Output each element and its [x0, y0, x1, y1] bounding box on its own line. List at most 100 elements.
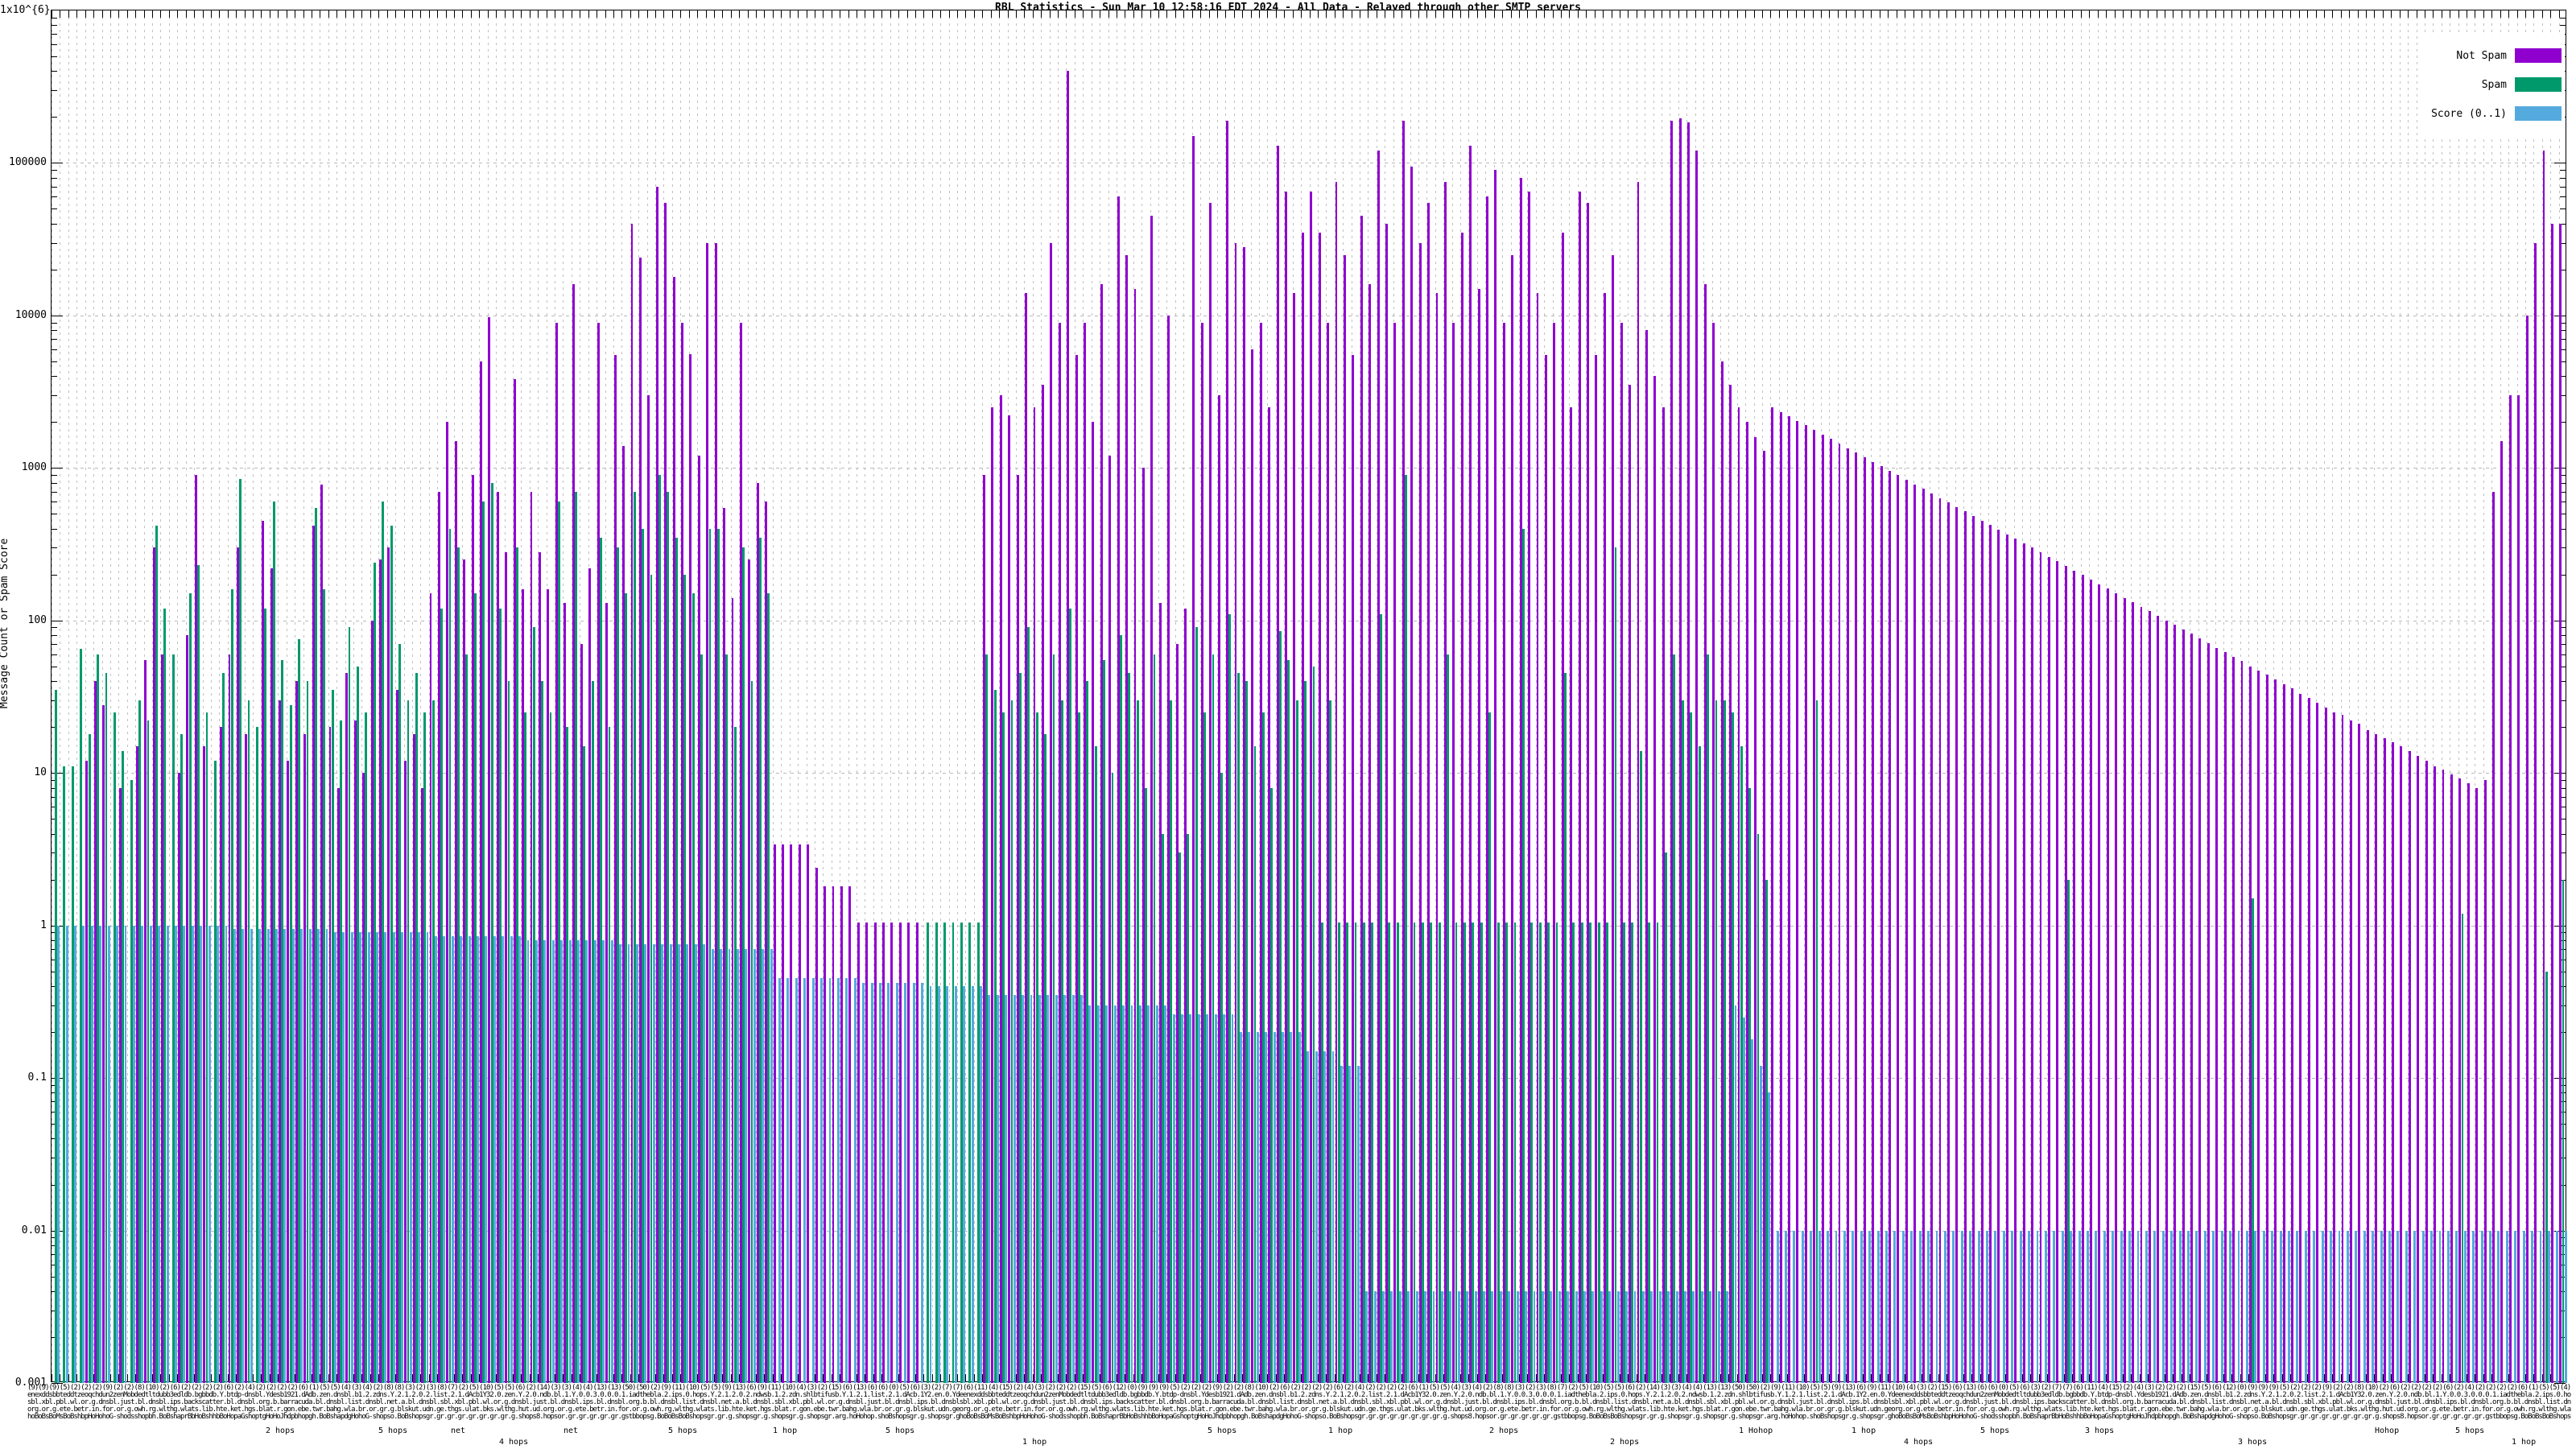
bar-not-spam	[2307, 698, 2310, 1383]
x-axis-tick	[109, 1374, 111, 1381]
bar-score-0-1	[1373, 1290, 1377, 1383]
bar-score-0-1	[1827, 1230, 1829, 1383]
bar-score-0-1	[1667, 1290, 1670, 1383]
y-axis-tick	[52, 574, 57, 576]
x-axis-tick	[1292, 10, 1294, 18]
x-axis-tick	[1996, 10, 1998, 18]
bar-score-0-1	[2028, 1230, 2030, 1383]
x-axis-tick	[2290, 10, 2292, 18]
bar-score-0-1	[946, 986, 949, 1383]
x-axis-tick	[563, 10, 564, 18]
y-tick-label: 100000	[9, 156, 47, 169]
bar-not-spam	[782, 844, 784, 1383]
bar-score-0-1	[1650, 1290, 1653, 1383]
x-tick-label-fragment: 4 hops	[499, 1438, 529, 1447]
x-axis-tick	[1191, 10, 1193, 18]
bar-score-0-1	[845, 978, 848, 1383]
x-axis-tick	[638, 10, 640, 18]
bar-score-0-1	[158, 925, 161, 1383]
x-axis-tick	[1426, 10, 1428, 18]
bar-score-0-1	[1407, 1290, 1410, 1383]
bar-not-spam	[1922, 489, 1925, 1383]
bar-score-0-1	[2413, 1230, 2417, 1383]
x-axis-tick	[2491, 10, 2493, 18]
bar-score-0-1	[1147, 1005, 1150, 1383]
y-tick-label: 1x10^{6}	[0, 4, 51, 16]
bar-not-spam	[2299, 693, 2302, 1383]
bar-score-0-1	[577, 940, 580, 1383]
bar-score-0-1	[1130, 1005, 1133, 1383]
y-tick-label: 10	[34, 766, 47, 779]
x-axis-tick	[1653, 10, 1654, 18]
x-axis-tick	[973, 10, 975, 18]
bar-score-0-1	[661, 944, 664, 1383]
bar-spam	[1681, 700, 1684, 1383]
bar-score-0-1	[551, 940, 555, 1383]
bar-not-spam	[2517, 394, 2520, 1383]
x-tick-label-fragment: 5 hops	[886, 1426, 915, 1435]
x-axis-tick	[194, 10, 196, 18]
x-axis-tick	[1988, 10, 1990, 18]
bar-score-0-1	[2421, 1230, 2425, 1383]
bar-score-0-1	[1525, 1290, 1527, 1383]
bar-not-spam	[840, 886, 843, 1383]
x-axis-tick	[395, 10, 397, 18]
bar-score-0-1	[518, 936, 521, 1383]
x-tick-label-fragment: 5 hops	[378, 1426, 408, 1435]
y-axis-tick	[52, 349, 57, 350]
bar-score-0-1	[1449, 1290, 1452, 1383]
x-axis-tick	[1250, 10, 1252, 18]
bar-score-0-1	[770, 949, 773, 1383]
bar-not-spam	[2392, 741, 2394, 1383]
y-axis-tick	[2560, 208, 2566, 210]
legend-entry-label: Score (0..1)	[2431, 107, 2507, 120]
bar-score-0-1	[1122, 1005, 1125, 1383]
bar-score-0-1	[1726, 1290, 1728, 1383]
bar-not-spam	[2333, 712, 2336, 1383]
bar-not-spam	[2165, 620, 2168, 1383]
x-axis-tick	[781, 10, 782, 18]
bar-score-0-1	[1206, 1014, 1209, 1383]
x-axis-tick	[1317, 10, 1319, 18]
bar-score-0-1	[2288, 1230, 2290, 1383]
x-axis-tick	[93, 10, 95, 18]
x-axis-tick	[2131, 10, 2132, 18]
x-axis-tick	[1041, 10, 1042, 18]
bar-score-0-1	[954, 986, 957, 1383]
bar-not-spam	[1997, 529, 2000, 1383]
x-axis-tick	[1108, 10, 1109, 18]
bar-not-spam	[2005, 534, 2008, 1383]
bar-score-0-1	[921, 983, 923, 1383]
bar-not-spam	[848, 886, 852, 1383]
x-axis-tick	[2114, 10, 2116, 18]
x-axis-tick	[655, 10, 656, 18]
bar-score-0-1	[669, 944, 672, 1383]
x-tick-label-fragment: 2 hops	[1610, 1438, 1640, 1447]
rbl-statistics-chart: RBL Statistics - Sun Mar 10 12:58:16 EDT…	[0, 0, 2576, 1449]
bar-not-spam	[807, 844, 810, 1383]
plot-area	[51, 10, 2567, 1384]
x-axis-tick	[210, 10, 212, 18]
bar-not-spam	[2081, 575, 2084, 1383]
bar-score-0-1	[460, 936, 463, 1383]
bar-not-spam	[873, 922, 877, 1383]
y-tick-label: 0.01	[21, 1224, 47, 1236]
bar-spam	[1715, 700, 1718, 1383]
vertical-gridline	[973, 10, 975, 1381]
y-axis-tick	[2560, 170, 2566, 171]
x-axis-tick	[1711, 10, 1713, 18]
x-axis-tick	[504, 10, 506, 18]
bar-not-spam	[1771, 407, 1774, 1383]
bar-score-0-1	[2187, 1230, 2190, 1383]
x-axis-tick	[76, 1374, 78, 1381]
bar-score-0-1	[350, 932, 353, 1383]
bar-score-0-1	[443, 936, 446, 1383]
x-axis-tick	[1216, 10, 1218, 18]
x-axis-tick	[2047, 10, 2049, 18]
bar-not-spam	[2375, 733, 2378, 1383]
bar-spam	[1614, 547, 1617, 1383]
legend-swatch	[2515, 48, 2562, 63]
bar-score-0-1	[1776, 1230, 1779, 1383]
bar-score-0-1	[1013, 995, 1016, 1383]
bar-score-0-1	[510, 936, 513, 1383]
